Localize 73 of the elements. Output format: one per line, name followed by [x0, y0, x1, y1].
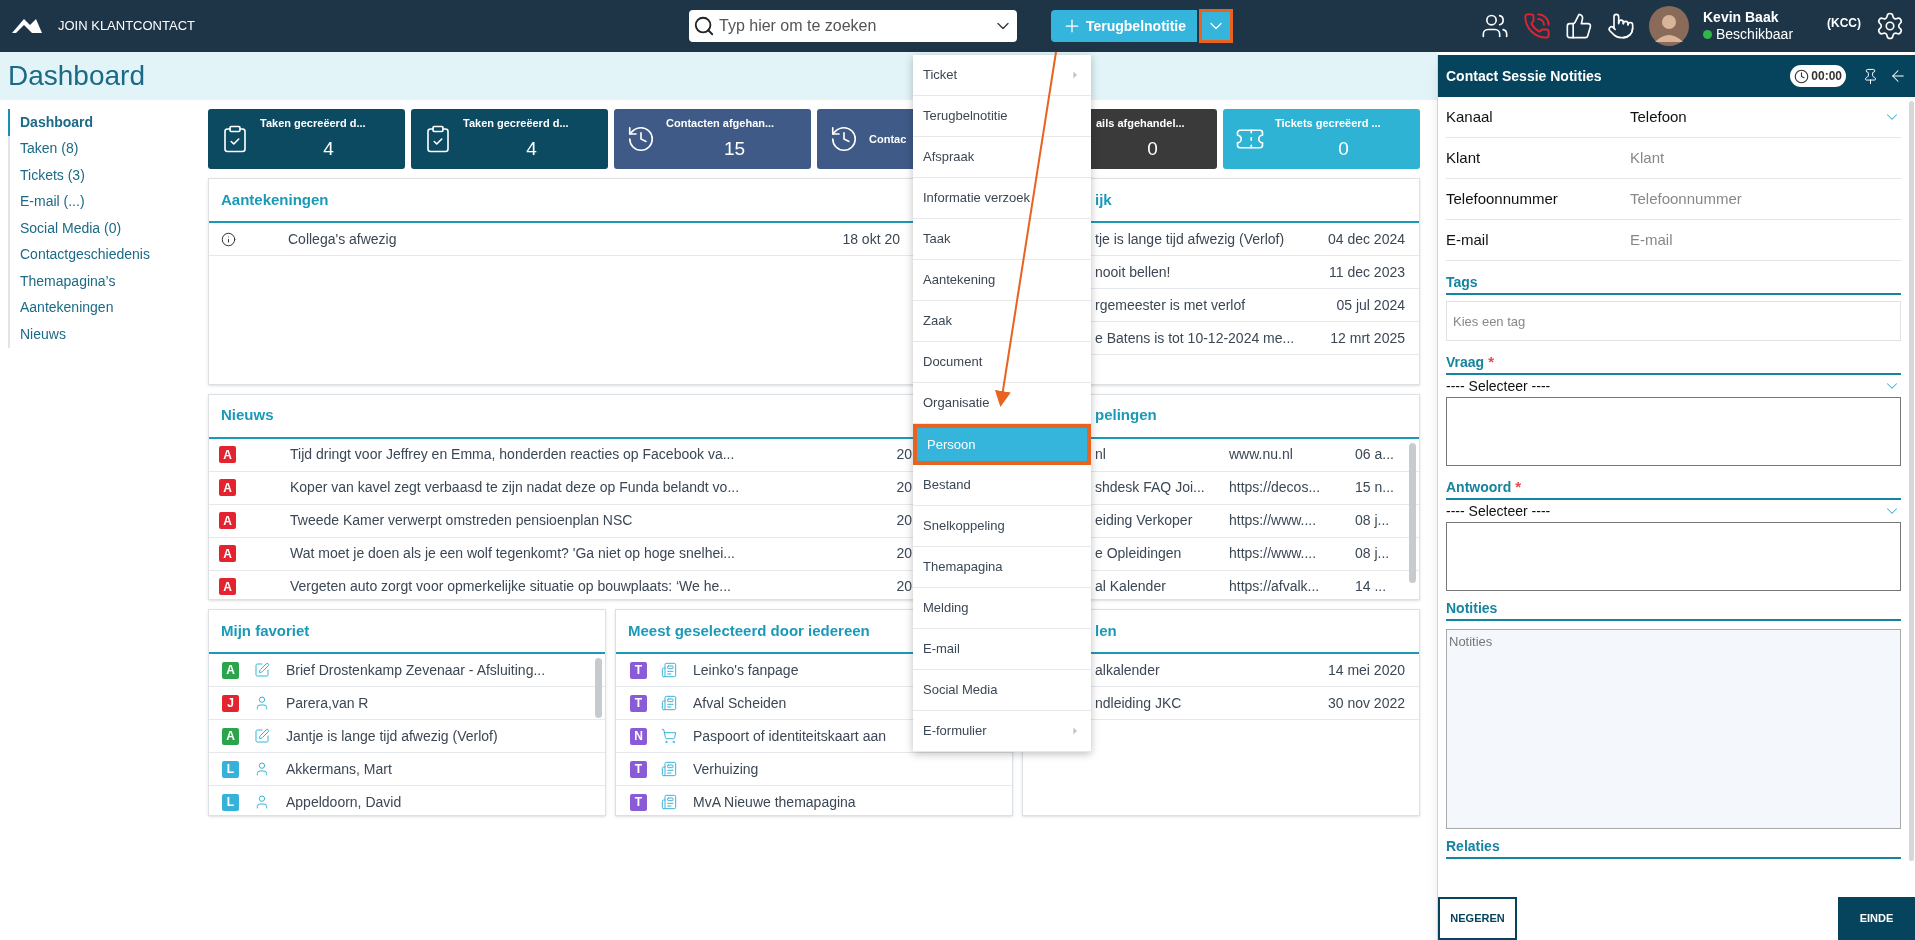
letter-badge: A [219, 545, 236, 563]
field-label: E-mail [1446, 229, 1490, 250]
letter-badge: A [222, 661, 239, 679]
panel-title: ijk [1095, 189, 1112, 210]
letter-badge: J [222, 694, 239, 712]
app-title: JOIN KLANTCONTACT [58, 17, 195, 36]
panel-title: Aantekeningen [221, 189, 329, 210]
letter-badge: L [222, 760, 239, 778]
stat-value: 0 [1147, 137, 1158, 161]
list-item-date: 05 jul 2024 [1336, 295, 1406, 315]
letter-badge: A [222, 727, 239, 745]
news-date: 20 [896, 511, 912, 531]
note-date: 18 okt 20 [842, 229, 900, 249]
panel-title: Meest geselecteerd door iedereen [628, 621, 870, 642]
required-mark: * [1515, 479, 1522, 494]
panel-title: Nieuws [221, 405, 274, 426]
field-label: Klant [1446, 147, 1482, 168]
list-item-date: 11 dec 2023 [1328, 262, 1406, 282]
link-date: 15 n... [1355, 478, 1394, 498]
letter-badge: A [219, 578, 236, 596]
link-url: https://www.... [1229, 511, 1318, 531]
letter-badge: A [219, 479, 236, 497]
page-title: Dashboard [8, 59, 145, 93]
list-item-date: 14 mei 2020 [1327, 660, 1406, 680]
stat-title: Contacten afgehan... [666, 115, 775, 131]
panel-title: Mijn favoriet [221, 621, 310, 642]
letter-badge: T [630, 760, 647, 778]
link-date: 08 j... [1355, 544, 1390, 564]
user-role: (KCC) [1827, 15, 1861, 32]
letter-badge: A [219, 512, 236, 530]
panel-title: pelingen [1095, 405, 1157, 426]
stat-title: Contac [869, 131, 907, 147]
link-url: www.nu.nl [1229, 445, 1294, 465]
link-url: https://afvalk... [1229, 577, 1321, 597]
panel-title: len [1095, 621, 1117, 642]
user-name: Kevin Baak [1703, 8, 1780, 26]
user-status: Beschikbaar [1716, 26, 1794, 44]
letter-badge: L [222, 793, 239, 811]
section-title: Antwoord [1446, 478, 1512, 497]
timer: 00:00 [1790, 65, 1846, 87]
section-title: Tags [1446, 273, 1478, 292]
letter-badge: A [219, 446, 236, 464]
link-date: 06 a... [1355, 445, 1394, 465]
letter-badge: T [630, 661, 647, 679]
list-item-date: 30 nov 2022 [1327, 693, 1406, 713]
list-item-date: 12 mrt 2025 [1330, 328, 1406, 348]
letter-badge: N [630, 727, 647, 745]
field-label: Telefoonnummer [1446, 188, 1559, 209]
stat-value: 15 [723, 137, 746, 161]
stat-value: 0 [1338, 137, 1349, 161]
stat-value: 4 [323, 137, 334, 161]
stat-title: Tickets gecreëerd ... [1275, 115, 1381, 131]
news-date: 20 [896, 445, 912, 465]
link-date: 14 ... [1355, 577, 1387, 597]
stat-value: 4 [526, 137, 537, 161]
letter-badge: T [630, 793, 647, 811]
letter-badge: T [630, 694, 647, 712]
news-date: 20 [896, 478, 912, 498]
link-date: 08 j... [1355, 511, 1390, 531]
required-mark: * [1488, 354, 1494, 369]
link-url: https://www.... [1229, 544, 1318, 564]
section-title: Notities [1446, 599, 1498, 618]
stat-title: ails afgehandel... [1096, 115, 1185, 131]
field-label: Kanaal [1446, 106, 1494, 127]
link-url: https://decos... [1229, 478, 1322, 498]
session-title: Contact Sessie Notities [1446, 66, 1603, 86]
stat-title: Taken gecreëerd d... [463, 115, 569, 131]
section-title: Relaties [1446, 837, 1500, 856]
news-date: 20 [896, 577, 912, 597]
section-title: Vraag [1446, 353, 1485, 372]
news-date: 20 [896, 544, 912, 564]
list-item-date: 04 dec 2024 [1327, 229, 1406, 249]
stat-title: Taken gecreëerd d... [260, 115, 366, 131]
